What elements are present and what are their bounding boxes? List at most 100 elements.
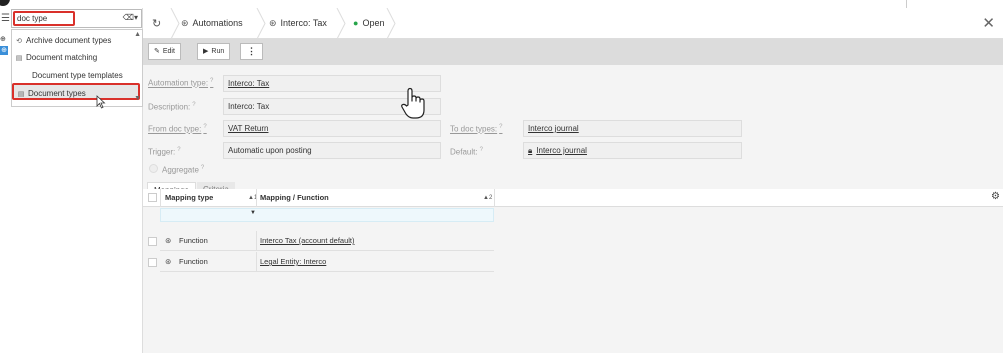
- aggregate-label: Aggregate?: [162, 165, 204, 175]
- label-text: To doc types:: [450, 124, 498, 134]
- scroll-down-icon[interactable]: ▼: [134, 95, 141, 102]
- hand-cursor-icon: [401, 87, 425, 119]
- dropdown-item-document-matching[interactable]: ▤ Document matching: [12, 49, 132, 66]
- column-divider: [160, 189, 161, 207]
- breadcrumb-separator: [170, 8, 180, 39]
- field-value: VAT Return: [228, 124, 269, 133]
- row-checkbox[interactable]: [148, 258, 157, 267]
- filter-dropdown-icon[interactable]: ▼: [250, 210, 256, 216]
- mapping-function-link[interactable]: Legal Entity: Interco: [260, 252, 326, 272]
- dropdown-item-label: Document type templates: [32, 71, 123, 80]
- label-text: Automation type:: [148, 78, 209, 88]
- help-icon: ?: [200, 165, 205, 171]
- field-value: Interco journal: [528, 124, 579, 133]
- automation-type-label[interactable]: Automation type:?: [148, 78, 213, 88]
- history-icon: ⟲: [16, 38, 22, 45]
- mouse-pointer-icon: [96, 95, 106, 109]
- edit-label: Edit: [162, 48, 175, 55]
- top-divider: [906, 0, 907, 8]
- trigger-field[interactable]: Automatic upon posting: [223, 142, 441, 159]
- field-value: Automatic upon posting: [228, 146, 312, 155]
- app-window: ☰ ⊕ ⊕ ⌫▾ ⟲Archive document types ▤Docume…: [0, 0, 1003, 353]
- select-all-checkbox[interactable]: [148, 193, 157, 202]
- toolbar: ✎ Edit ▶ Run ⋮: [143, 39, 1003, 65]
- from-doc-type-field[interactable]: VAT Return: [223, 120, 441, 137]
- row-checkbox[interactable]: [148, 237, 157, 246]
- mapping-type-cell: Function: [179, 257, 208, 266]
- mapping-type-cell: Function: [179, 236, 208, 245]
- close-icon[interactable]: ✕: [982, 14, 995, 32]
- label-text: From doc type:: [148, 124, 202, 134]
- default-field[interactable]: 🔒︎ Interco journal: [523, 142, 742, 159]
- hamburger-menu-icon[interactable]: ☰: [1, 13, 10, 24]
- mappings-grid: Mapping type ▲1 Mapping / Function ▲2 ⚙ …: [143, 189, 1003, 353]
- play-icon: ▶: [203, 48, 209, 55]
- grid-filter-row[interactable]: ▼: [160, 208, 494, 222]
- field-value: Interco: Tax: [228, 102, 270, 111]
- label-text: Description:: [148, 102, 191, 112]
- clear-search-icon[interactable]: ⌫▾: [123, 13, 138, 22]
- dropdown-item-archive-document-types[interactable]: ⟲ Archive document types: [12, 32, 132, 49]
- tree-expander-icon[interactable]: ⊕: [0, 35, 6, 43]
- help-icon: ?: [210, 78, 214, 84]
- breadcrumb-label: Automations: [192, 18, 243, 28]
- scroll-up-icon[interactable]: ▲: [134, 31, 141, 38]
- field-value: Interco: Tax: [228, 79, 270, 88]
- sort-indicator-icon[interactable]: ▲2: [483, 189, 492, 207]
- column-label: Mapping / Function: [260, 193, 329, 202]
- label-text: Trigger:: [148, 147, 176, 157]
- refresh-icon[interactable]: ↻: [152, 17, 161, 30]
- column-divider: [494, 189, 495, 207]
- breadcrumb-separator: [336, 8, 346, 39]
- left-panel: ☰ ⊕ ⊕ ⌫▾ ⟲Archive document types ▤Docume…: [0, 8, 143, 353]
- more-options-button[interactable]: ⋮: [240, 43, 263, 60]
- mapping-function-link[interactable]: Interco Tax (account default): [260, 231, 355, 251]
- column-divider: [256, 231, 257, 251]
- column-header-mapping-type[interactable]: Mapping type: [165, 189, 213, 207]
- field-value: Interco journal: [536, 146, 587, 155]
- breadcrumb-separator: [386, 8, 396, 39]
- help-icon: ?: [177, 147, 181, 153]
- tree-node-selected[interactable]: ⊕: [0, 46, 8, 55]
- to-doc-types-field[interactable]: Interco journal: [523, 120, 742, 137]
- kebab-menu-icon: ⋮: [247, 46, 256, 56]
- breadcrumb-label: Open: [362, 18, 385, 28]
- table-row[interactable]: ⊛ Function Legal Entity: Interco: [160, 252, 494, 272]
- function-icon: ⊛: [165, 257, 172, 266]
- automation-icon: ⊛: [269, 18, 277, 28]
- document-icon: ▤: [17, 91, 25, 98]
- help-icon: ?: [192, 102, 196, 108]
- breadcrumb-interco-tax[interactable]: ⊛ Interco: Tax: [269, 18, 327, 29]
- search-results-dropdown: ⟲ Archive document types ▤ Document matchi…: [11, 29, 143, 107]
- app-logo: [0, 0, 10, 6]
- from-doc-type-label[interactable]: From doc type:?: [148, 124, 207, 134]
- help-icon: ?: [499, 124, 503, 130]
- document-icon: ▤: [15, 55, 23, 62]
- breadcrumb-separator: [256, 8, 266, 39]
- dropdown-item-document-type-templates[interactable]: Document type templates: [12, 67, 132, 84]
- column-divider: [256, 189, 257, 207]
- column-divider: [256, 252, 257, 272]
- aggregate-checkbox[interactable]: [149, 164, 158, 173]
- run-label: Run: [211, 48, 225, 55]
- column-header-mapping-function[interactable]: Mapping / Function: [260, 189, 329, 207]
- menu-search-input[interactable]: [13, 11, 75, 26]
- automation-icon: ⊛: [181, 18, 189, 28]
- trigger-label: Trigger:?: [148, 147, 181, 157]
- run-button[interactable]: ▶ Run: [197, 43, 231, 60]
- table-row[interactable]: ⊛ Function Interco Tax (account default): [160, 231, 494, 251]
- function-icon: ⊛: [165, 236, 172, 245]
- dropdown-item-document-types[interactable]: ▤ Document types: [12, 83, 140, 100]
- breadcrumb-automations[interactable]: ⊛ Automations: [181, 18, 243, 29]
- top-strip: [0, 0, 1003, 8]
- pencil-icon: ✎: [154, 48, 160, 55]
- gear-icon[interactable]: ⚙: [991, 191, 1000, 202]
- description-label: Description:?: [148, 102, 196, 112]
- label-text: Default:: [450, 147, 478, 157]
- column-label: Mapping type: [165, 193, 214, 202]
- to-doc-types-label[interactable]: To doc types:?: [450, 124, 502, 134]
- edit-button[interactable]: ✎ Edit: [148, 43, 181, 60]
- status-dot-icon: ●: [353, 18, 359, 28]
- breadcrumb-status-open[interactable]: ● Open: [353, 18, 384, 28]
- breadcrumb-label: Interco: Tax: [280, 18, 327, 28]
